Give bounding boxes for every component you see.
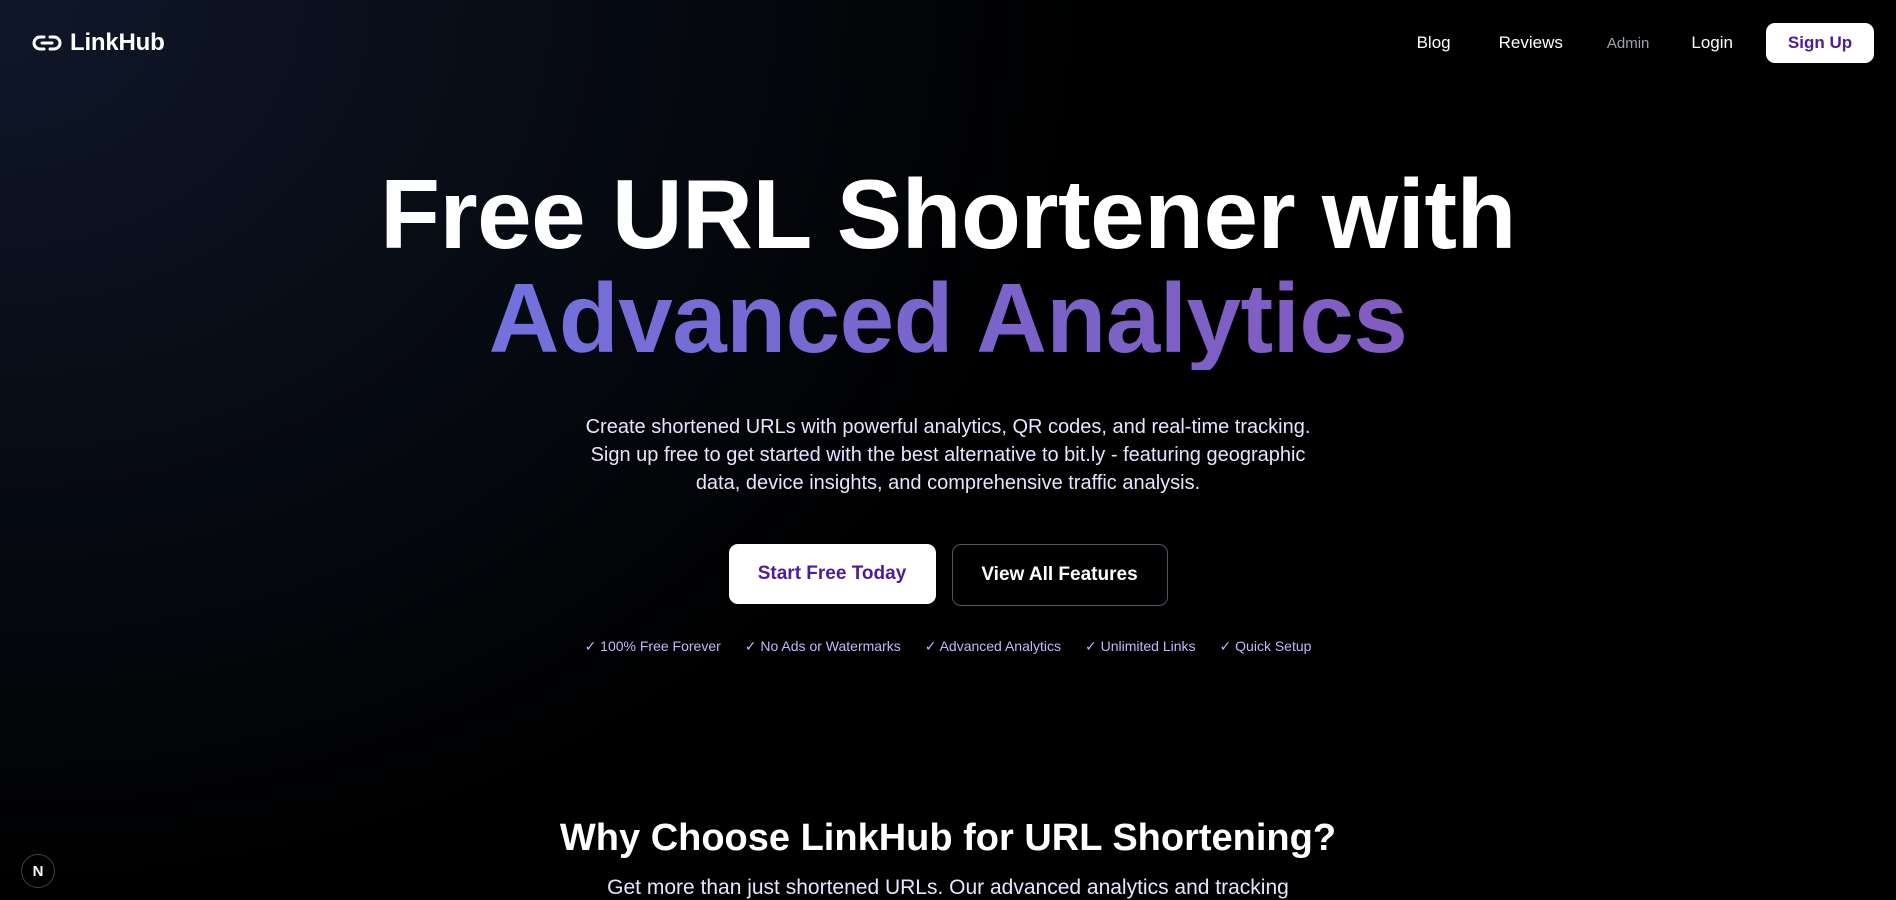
nav-links: Blog Reviews Admin Login Sign Up (1417, 23, 1874, 63)
feature-item: ✓ No Ads or Watermarks (744, 638, 901, 654)
hero-title-line2-gradient: Advanced Analytics (0, 266, 1896, 370)
nav-link-reviews[interactable]: Reviews (1499, 33, 1563, 53)
hero-title-line1: Free URL Shortener with (380, 159, 1516, 269)
link-icon (32, 33, 62, 53)
hero-cta-group: Start Free Today View All Features (0, 544, 1896, 606)
hero-title: Free URL Shortener with Advanced Analyti… (0, 162, 1896, 370)
view-all-features-button[interactable]: View All Features (951, 544, 1168, 606)
nav-link-blog[interactable]: Blog (1417, 33, 1451, 53)
feature-item: ✓ Advanced Analytics (924, 638, 1061, 654)
brand-logo-link[interactable]: LinkHub (32, 26, 165, 60)
nextjs-icon: N (32, 862, 44, 880)
feature-item: ✓ Quick Setup (1219, 638, 1312, 654)
why-section-description: Get more than just shortened URLs. Our a… (607, 876, 1289, 899)
feature-item: ✓ Unlimited Links (1084, 638, 1196, 654)
nextjs-dev-badge[interactable]: N (21, 854, 55, 888)
nav-link-login[interactable]: Login (1691, 33, 1733, 53)
feature-item: ✓ 100% Free Forever (584, 638, 721, 654)
why-section-title: Why Choose LinkHub for URL Shortening? (559, 817, 1337, 859)
start-free-today-button[interactable]: Start Free Today (728, 544, 936, 604)
feature-checklist: ✓ 100% Free Forever ✓ No Ads or Watermar… (0, 638, 1896, 655)
sign-up-button[interactable]: Sign Up (1766, 23, 1874, 63)
top-navigation: LinkHub Blog Reviews Admin Login Sign Up (0, 0, 1896, 86)
nav-link-admin[interactable]: Admin (1607, 35, 1650, 52)
hero-description: Create shortened URLs with powerful anal… (585, 416, 1311, 494)
brand-name: LinkHub (70, 29, 165, 56)
landing-page: LinkHub Blog Reviews Admin Login Sign Up… (0, 0, 1896, 900)
